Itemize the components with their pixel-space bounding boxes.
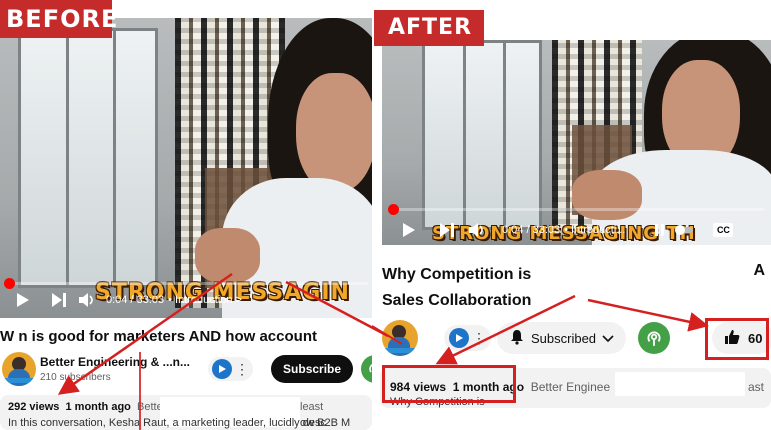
play-circle-icon	[449, 328, 469, 348]
person-hand	[195, 228, 260, 283]
more-icon[interactable]: ⋮	[472, 331, 486, 345]
player-mini-button[interactable]: ⋮	[444, 325, 491, 351]
description-box[interactable]: 292 views 1 month ago Better E least In …	[0, 395, 372, 430]
time-display: 0:04 / 33:03	[106, 294, 165, 306]
podcast-icon[interactable]	[638, 322, 671, 354]
chevron-down-icon	[602, 331, 614, 346]
next-icon[interactable]	[436, 223, 458, 237]
video-title-tail: A	[753, 262, 765, 279]
view-count: 292 views	[8, 401, 60, 413]
play-circle-icon	[212, 359, 233, 379]
chapter-label[interactable]: • Introducti...	[564, 224, 625, 236]
channel-row: Better Engineering & ...n... 210 subscri…	[2, 352, 372, 386]
subscribe-button[interactable]: Subscribe	[271, 355, 354, 383]
progress-bar[interactable]	[3, 278, 368, 289]
next-icon[interactable]	[48, 293, 70, 307]
chapter-label[interactable]: • Introduction >	[168, 294, 242, 306]
subscribed-button[interactable]: Subscribed	[497, 322, 627, 354]
video-player[interactable]: STRONG MESSAGIN 0:04 / 33:03 • Introduct…	[0, 18, 372, 318]
player-controls: 0:04 / 33:03 • Introduction >	[14, 287, 242, 313]
before-panel: STRONG MESSAGIN 0:04 / 33:03 • Introduct…	[0, 0, 372, 430]
person-hand	[572, 170, 642, 220]
volume-icon[interactable]	[466, 223, 488, 237]
person-face	[296, 73, 372, 193]
channel-row: ⋮ Subscribed	[382, 320, 671, 356]
channel-avatar[interactable]	[2, 352, 36, 386]
description-meta: 292 views 1 month ago Better E	[8, 401, 177, 413]
player-controls: 0:04 / 33:03 • Introducti... CC	[400, 217, 765, 243]
video-player[interactable]: STRONG MESSAGING TH 0:04 / 33:03 • Intro…	[382, 40, 771, 245]
upload-age: 1 month ago	[65, 401, 131, 413]
bell-icon	[509, 329, 525, 348]
before-label: BEFORE	[0, 0, 117, 38]
play-icon[interactable]	[400, 223, 418, 237]
channel-info: Better Engineering & ...n... 210 subscri…	[40, 355, 190, 383]
description-text-tail: ow B2B M	[300, 417, 351, 429]
subscriber-count: 210 subscribers	[40, 372, 111, 383]
autoplay-icon[interactable]	[675, 224, 694, 236]
video-title: Why Competition is Sales Collaboration	[382, 262, 771, 314]
video-window	[18, 28, 158, 288]
description-tail: least	[300, 401, 324, 413]
after-label: AFTER	[374, 10, 484, 46]
volume-icon[interactable]	[76, 293, 98, 307]
subscribed-label: Subscribed	[531, 330, 597, 346]
captions-icon[interactable]: CC	[713, 223, 734, 237]
video-title-line1: Why Competition is	[382, 266, 532, 283]
podcast-icon[interactable]	[361, 355, 372, 383]
description-tail: ast	[748, 380, 765, 394]
channel-avatar[interactable]	[382, 320, 418, 356]
time-display: 0:04 / 33:03	[502, 224, 561, 236]
video-window	[422, 40, 542, 230]
pause-icon[interactable]	[655, 224, 665, 236]
redaction-block	[615, 372, 745, 396]
progress-knob[interactable]	[387, 204, 399, 215]
highlight-views-box	[382, 365, 516, 403]
more-icon[interactable]: ⋮	[235, 362, 249, 376]
channel-mention: Better Enginee	[530, 380, 611, 394]
player-mini-button[interactable]: ⋮	[208, 357, 254, 381]
video-title-line2: Sales Collaboration	[382, 292, 532, 309]
progress-bar[interactable]	[387, 204, 764, 215]
play-icon[interactable]	[14, 293, 32, 307]
description-text: In this conversation, Kesha Raut, a mark…	[8, 417, 326, 429]
highlight-like-box	[705, 318, 769, 360]
channel-name[interactable]: Better Engineering & ...n...	[40, 355, 190, 369]
video-title: W n is good for marketers AND how accoun…	[0, 328, 317, 345]
